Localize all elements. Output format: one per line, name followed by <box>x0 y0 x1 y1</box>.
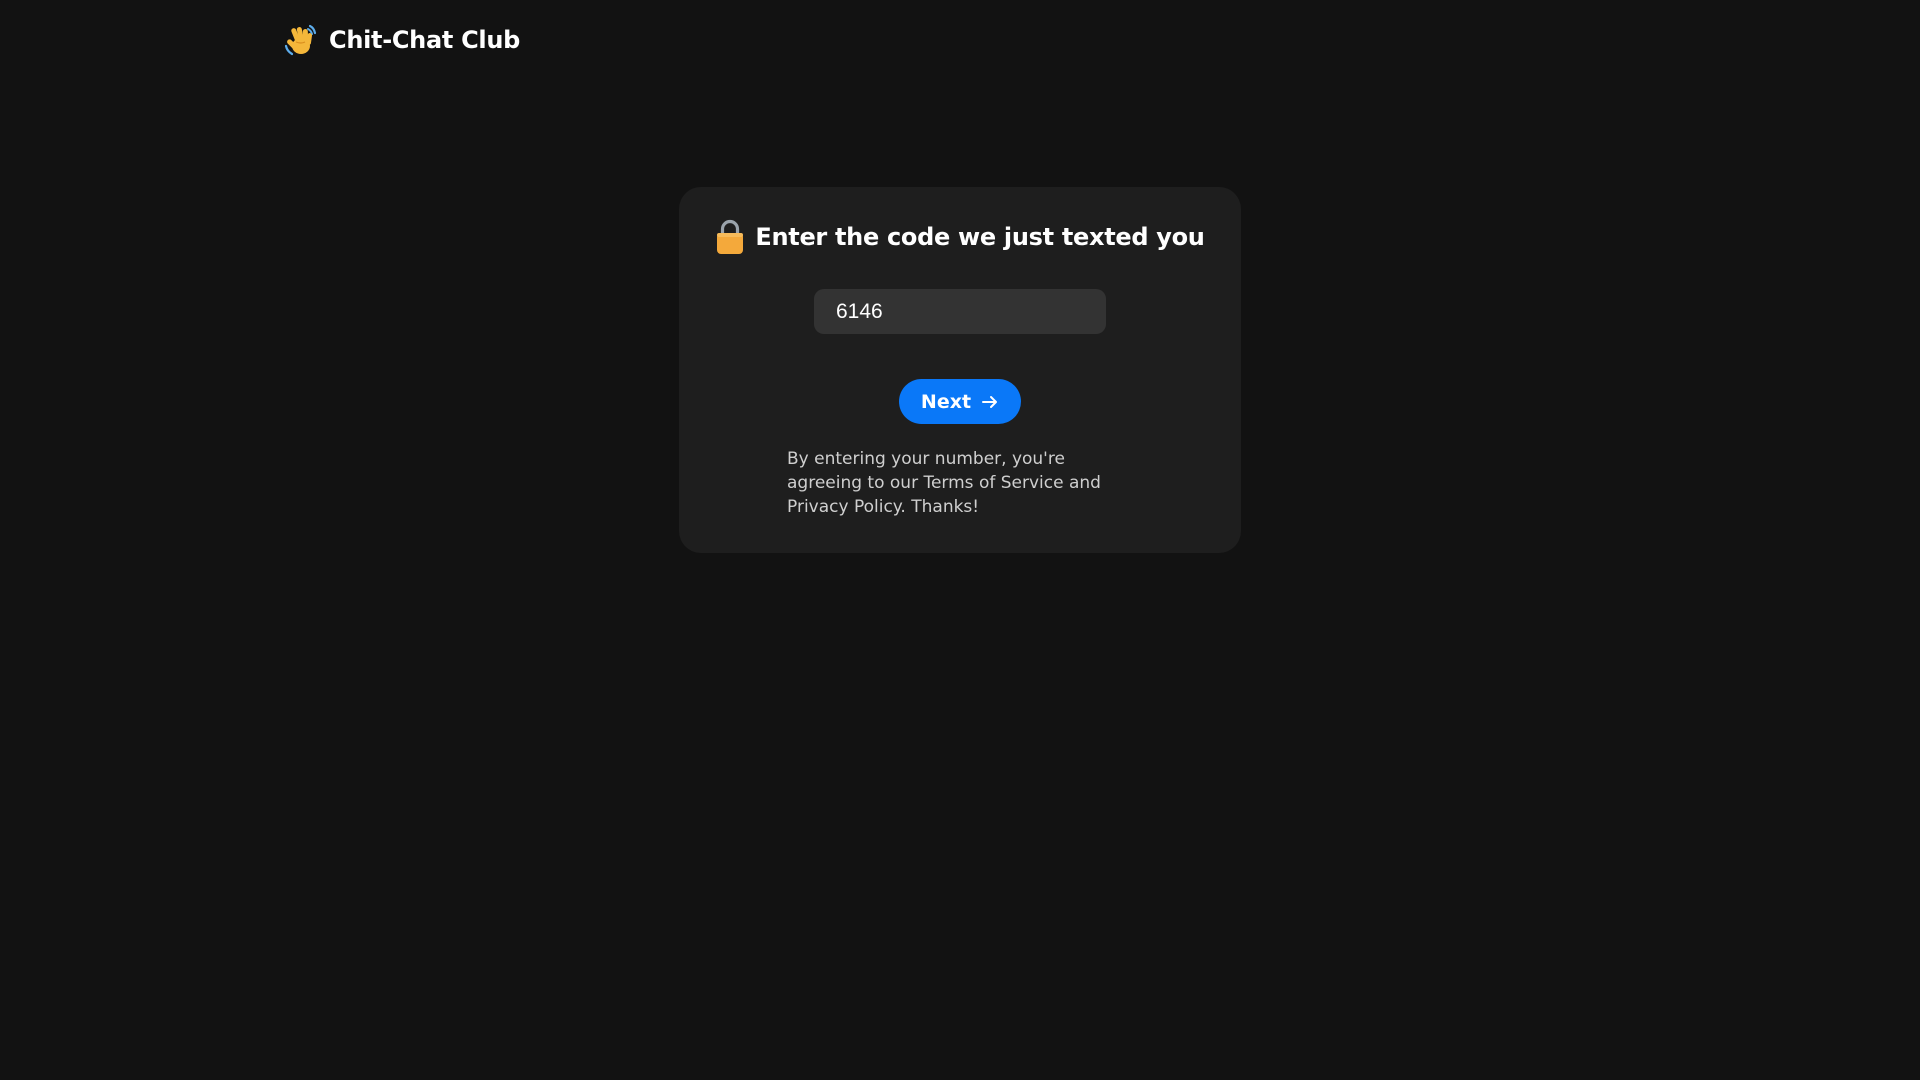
brand-name: Chit-Chat Club <box>329 26 520 54</box>
arrow-right-icon <box>982 395 998 408</box>
verification-code-input[interactable] <box>814 289 1106 334</box>
lock-icon <box>717 219 744 254</box>
card-title: Enter the code we just texted you <box>755 223 1205 251</box>
next-button[interactable]: Next <box>899 379 1021 424</box>
next-button-label: Next <box>920 390 972 413</box>
waving-hand-icon <box>284 24 317 56</box>
legal-notice: By entering your number, you're agreeing… <box>787 449 1101 517</box>
verification-card: Enter the code we just texted you Next B… <box>679 187 1241 553</box>
card-title-row: Enter the code we just texted you <box>679 217 1241 257</box>
app-header: Chit-Chat Club <box>283 20 520 60</box>
